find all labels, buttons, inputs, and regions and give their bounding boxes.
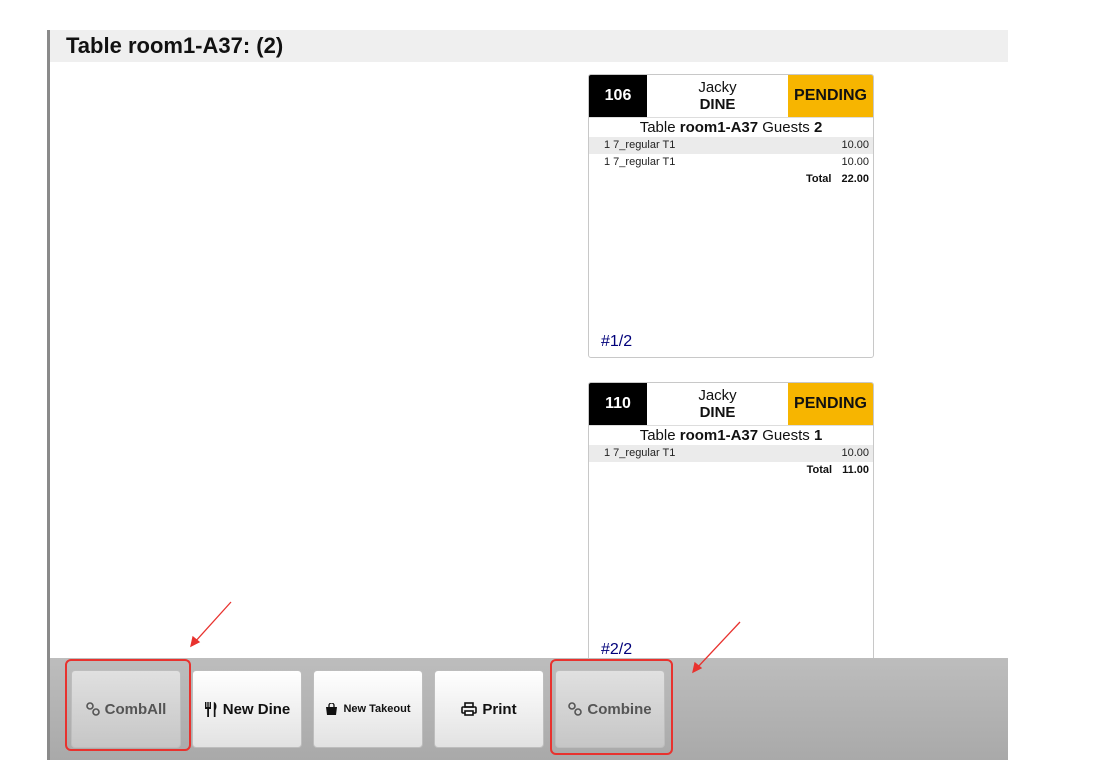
status-badge: PENDING [788, 383, 873, 425]
combine-button[interactable]: Combine [555, 670, 665, 748]
printer-icon [461, 702, 478, 716]
ticket-info: Jacky DINE [647, 75, 788, 117]
table-guests-line: Table room1-A37 Guests 1 [589, 426, 873, 445]
line-item: 1 7_regular T1 10.00 [589, 137, 873, 154]
table-guests-line: Table room1-A37 Guests 2 [589, 118, 873, 137]
page-title: Table room1-A37: (2) [66, 33, 284, 58]
guest-count: 1 [813, 427, 823, 444]
item-price: 10.00 [841, 156, 869, 168]
ticket-info: Jacky DINE [647, 383, 788, 425]
page-header: Table room1-A37: (2) [50, 30, 1008, 62]
new-dine-label: New Dine [222, 700, 291, 718]
order-ticket[interactable]: 106 Jacky DINE PENDING Table room1-A37 G… [588, 74, 874, 358]
ticket-sequence: #2/2 [601, 641, 633, 658]
total-label: Total [806, 464, 833, 476]
item-price: 10.00 [841, 139, 869, 151]
total-value: 22.00 [841, 173, 869, 185]
link-icon [85, 702, 100, 716]
new-takeout-button[interactable]: New Takeout [313, 670, 423, 748]
print-label: Print [482, 700, 517, 718]
comb-all-label: CombAll [104, 700, 167, 718]
guest-count: 2 [813, 119, 823, 136]
guests-prefix: Guests [758, 427, 814, 444]
line-item: 1 7_regular T1 10.00 [589, 445, 873, 462]
ticket-header: 106 Jacky DINE PENDING [589, 75, 873, 118]
combine-label: Combine [587, 700, 652, 718]
table-name: room1-A37 [679, 119, 759, 136]
server-name: Jacky [698, 387, 737, 404]
item-price: 10.00 [841, 447, 869, 459]
item-label: 1 7_regular T1 [604, 156, 676, 168]
new-takeout-label: New Takeout [343, 703, 411, 715]
ticket-total: Total 11.00 [589, 462, 873, 479]
item-label: 1 7_regular T1 [604, 139, 676, 151]
line-item: 1 7_regular T1 10.00 [589, 154, 873, 171]
order-number: 110 [589, 383, 647, 425]
utensils-icon [204, 701, 218, 717]
table-name: room1-A37 [679, 427, 759, 444]
total-label: Total [806, 173, 832, 185]
shopping-bag-icon [325, 703, 338, 715]
action-toolbar: CombAll New Dine New Takeout Print Combi… [50, 658, 1008, 760]
link-icon [568, 702, 583, 716]
table-prefix: Table [639, 119, 680, 136]
ticket-sequence: #1/2 [601, 333, 633, 350]
status-badge: PENDING [788, 75, 873, 117]
order-ticket[interactable]: 110 Jacky DINE PENDING Table room1-A37 G… [588, 382, 874, 666]
print-button[interactable]: Print [434, 670, 544, 748]
table-prefix: Table [639, 427, 680, 444]
guests-prefix: Guests [758, 119, 814, 136]
item-label: 1 7_regular T1 [604, 447, 676, 459]
new-dine-button[interactable]: New Dine [192, 670, 302, 748]
total-value: 11.00 [842, 464, 869, 476]
order-number: 106 [589, 75, 647, 117]
comb-all-button[interactable]: CombAll [71, 670, 181, 748]
ticket-header: 110 Jacky DINE PENDING [589, 383, 873, 426]
order-type: DINE [699, 404, 736, 421]
order-type: DINE [699, 96, 736, 113]
server-name: Jacky [698, 79, 737, 96]
ticket-total: Total 22.00 [589, 171, 873, 188]
